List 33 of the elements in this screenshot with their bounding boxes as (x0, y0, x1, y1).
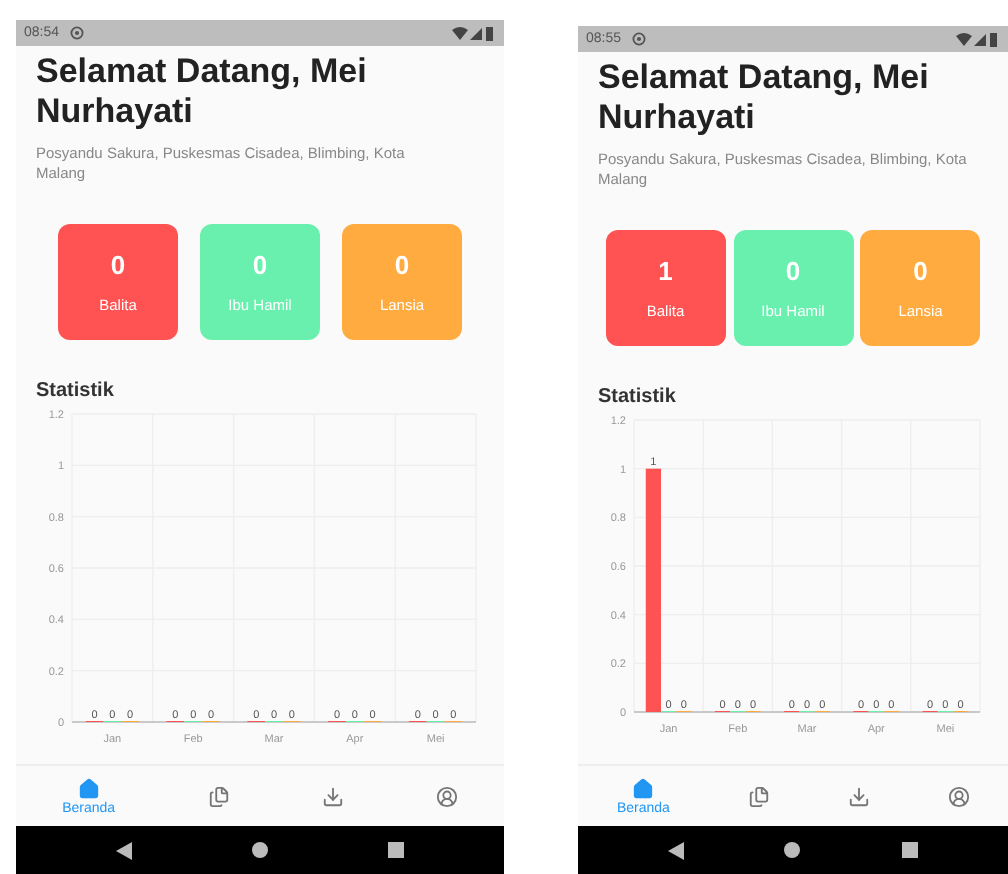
nav-tab[interactable] (847, 785, 870, 807)
account-icon (947, 785, 970, 807)
recents-icon[interactable] (901, 842, 918, 858)
section-title: Statistik (598, 386, 678, 408)
files-icon (747, 785, 770, 807)
nav-tab[interactable] (321, 785, 344, 807)
nav-tab[interactable] (947, 785, 970, 807)
back-icon[interactable] (116, 841, 132, 859)
back-icon[interactable] (668, 841, 685, 859)
welcome-title: Selamat Datang, Mei Nurhayati (36, 52, 369, 132)
account-icon (435, 785, 458, 807)
stat-value: 0 (785, 256, 801, 286)
nav-tab[interactable] (435, 785, 458, 807)
files-icon (207, 785, 230, 807)
notification-icon (631, 32, 646, 46)
stat-value: 0 (394, 250, 410, 280)
stat-value: 0 (913, 256, 928, 286)
stat-value: 1 (658, 256, 673, 286)
stat-value: 0 (110, 250, 126, 280)
home-circle-icon[interactable] (784, 842, 801, 858)
download-icon (847, 785, 870, 807)
welcome-title: Selamat Datang, Mei Nurhayati (598, 58, 931, 138)
section-title: Statistik (36, 380, 116, 402)
nav-tab[interactable] (747, 785, 770, 807)
status-icons-drawing (956, 31, 1000, 47)
home-icon (632, 777, 655, 799)
home-circle-icon[interactable] (252, 842, 268, 858)
notification-icon (69, 26, 84, 40)
stat-value: 0 (252, 250, 268, 280)
download-icon (321, 785, 344, 807)
nav-tab[interactable] (207, 785, 230, 807)
status-icons-drawing (452, 25, 496, 41)
home-icon (77, 777, 100, 799)
